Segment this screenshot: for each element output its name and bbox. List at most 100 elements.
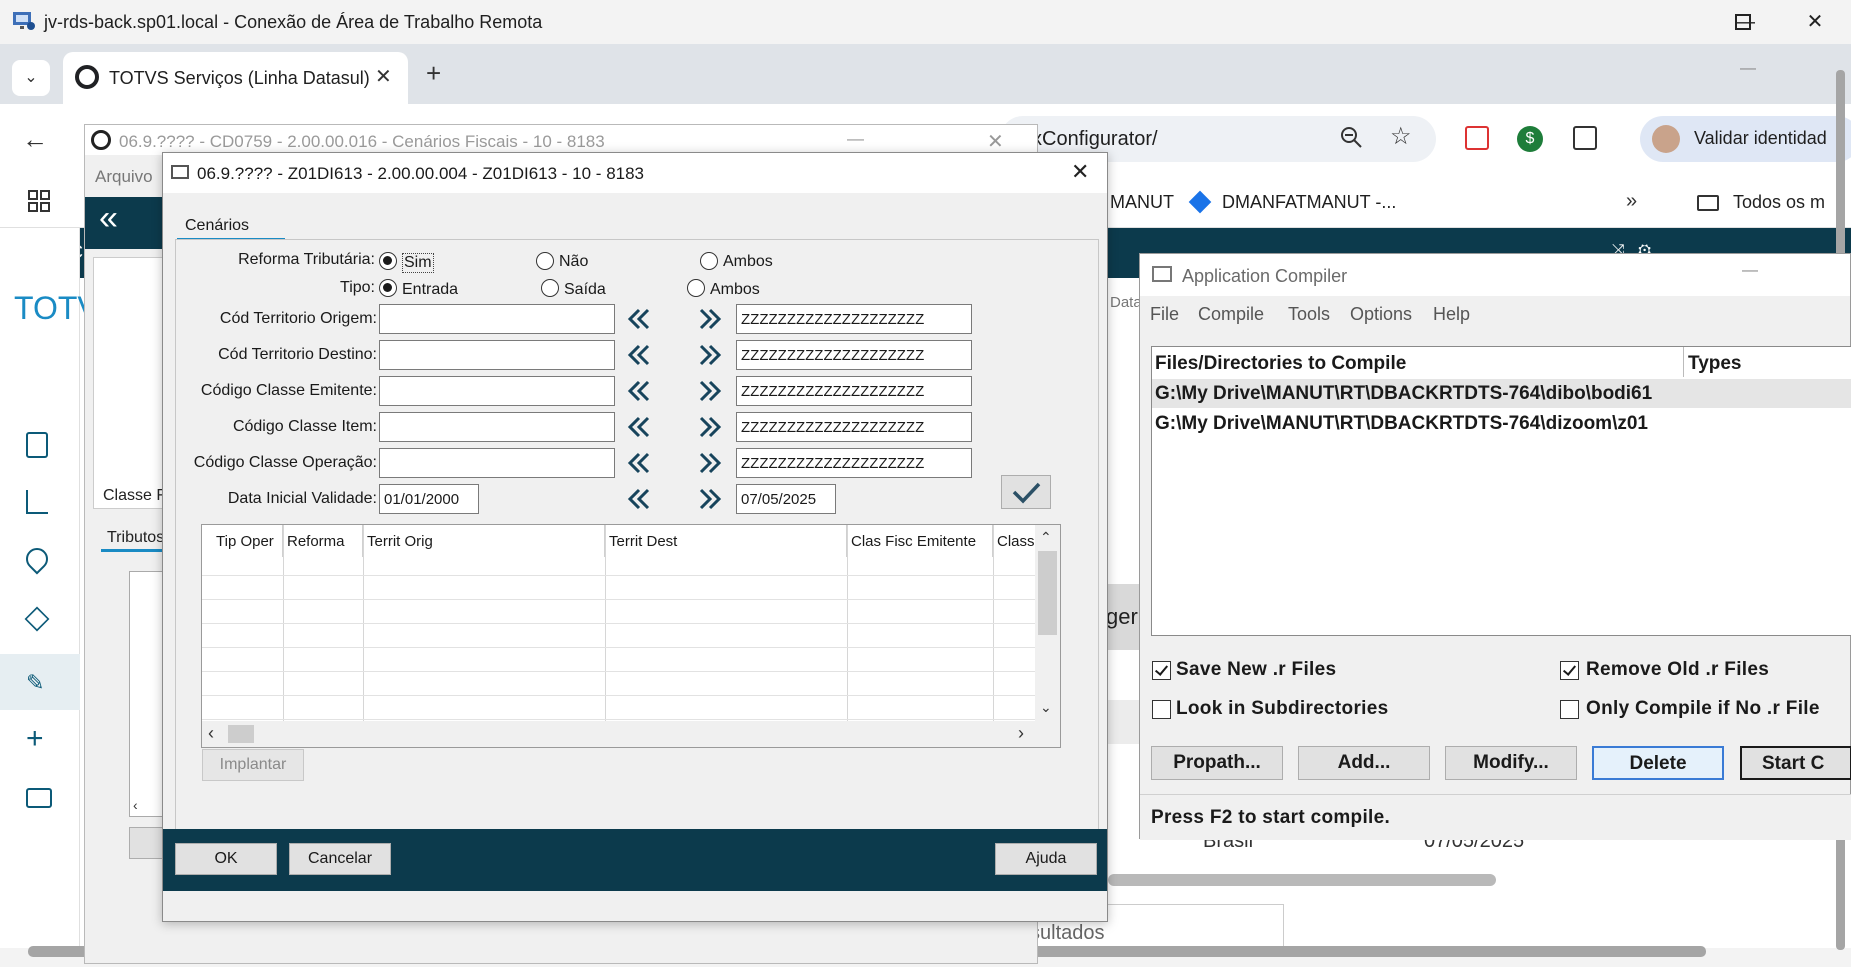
menu-file[interactable]: File [1150,304,1179,325]
grid-header-territ-orig[interactable]: Territ Orig [363,525,605,557]
double-chevron-left-icon[interactable] [623,340,653,370]
double-chevron-right-icon[interactable] [696,484,726,514]
ok-button[interactable]: OK [175,843,277,875]
double-chevron-right-icon[interactable] [696,340,726,370]
double-chevron-left-icon[interactable]: « [99,199,118,238]
reforma-sim-radio[interactable] [379,252,397,270]
only-compile-label[interactable]: Only Compile if No .r File [1586,698,1820,720]
grid-h-scroll-thumb[interactable] [228,725,254,743]
list-item[interactable]: G:\My Drive\MANUT\RT\DBACKRTDTS-764\dibo… [1155,383,1682,405]
layers-icon[interactable] [24,606,50,632]
ajuda-button[interactable]: Ajuda [995,843,1097,875]
grid-header-clas-fisc-emitente[interactable]: Clas Fisc Emitente [847,525,993,557]
close-button[interactable]: ✕ [1800,8,1830,36]
scroll-right-icon[interactable]: › [1018,723,1024,744]
extension-dollar-icon[interactable]: $ [1517,126,1543,152]
extensions-puzzle-icon[interactable] [1573,126,1597,150]
tipo-entrada-label[interactable]: Entrada [402,281,458,299]
classe-item-to[interactable]: ZZZZZZZZZZZZZZZZZZZZ [736,412,972,442]
tipo-ambos-radio[interactable] [687,279,705,297]
compiler-minimize-icon[interactable]: — [1742,262,1758,280]
implantar-button[interactable]: Implantar [202,749,304,781]
plus-icon[interactable]: + [26,722,44,756]
calculator-icon[interactable] [26,432,48,458]
tab-cenarios[interactable]: Cenários [177,211,285,241]
maximize-button[interactable] [1735,14,1751,30]
data-inicial-from[interactable]: 01/01/2000 [379,484,479,514]
reforma-ambos-label[interactable]: Ambos [723,253,773,271]
save-new-label[interactable]: Save New .r Files [1176,659,1336,681]
start-compile-button[interactable]: Start C [1740,746,1851,780]
look-subdirectories-label[interactable]: Look in Subdirectories [1176,698,1388,720]
reforma-nao-label[interactable]: Não [559,253,588,271]
double-chevron-right-icon[interactable] [696,448,726,478]
remove-old-label[interactable]: Remove Old .r Files [1586,659,1769,681]
chevron-right-icon[interactable]: » [1626,190,1637,213]
bookmark-item[interactable]: DMANFATMANUT -... [1222,192,1396,213]
territorio-destino-from[interactable] [379,340,615,370]
double-chevron-right-icon[interactable] [696,304,726,334]
double-chevron-left-icon[interactable] [623,376,653,406]
reforma-nao-radio[interactable] [536,252,554,270]
edit-icon[interactable]: ✎ [26,670,50,695]
add-button[interactable]: Add... [1298,746,1430,780]
tipo-saida-label[interactable]: Saída [564,281,606,299]
apps-grid-icon[interactable] [28,190,50,212]
classe-operacao-from[interactable] [379,448,615,478]
propath-button[interactable]: Propath... [1151,746,1283,780]
only-compile-checkbox[interactable] [1560,700,1579,719]
territorio-origem-to[interactable]: ZZZZZZZZZZZZZZZZZZZZ [736,304,972,334]
double-chevron-right-icon[interactable] [696,376,726,406]
grid-scroll-thumb[interactable] [1038,551,1057,635]
back-arrow-icon[interactable]: ← [22,124,48,155]
grid-header-reforma[interactable]: Reforma [283,525,363,557]
tab-tributos[interactable]: Tributos [107,529,164,547]
scroll-down-icon[interactable]: ⌄ [1040,699,1052,716]
list-item[interactable]: G:\My Drive\MANUT\RT\DBACKRTDTS-764\dizo… [1155,413,1682,435]
look-subdirectories-checkbox[interactable] [1152,700,1171,719]
classe-item-from[interactable] [379,412,615,442]
zoom-icon[interactable] [1340,126,1362,148]
menu-options[interactable]: Options [1350,304,1412,325]
bg-horizontal-scrollbar[interactable] [1108,874,1496,886]
tipo-saida-radio[interactable] [541,279,559,297]
save-new-checkbox[interactable] [1152,661,1171,680]
close-tab-icon[interactable]: ✕ [375,64,392,89]
browser-tab-active[interactable]: TOTVS Serviços (Linha Datasul) ✕ [63,52,408,106]
double-chevron-left-icon[interactable] [623,448,653,478]
menu-tools[interactable]: Tools [1288,304,1330,325]
data-inicial-to[interactable]: 07/05/2025 [736,484,836,514]
scroll-up-icon[interactable]: ⌃ [1040,529,1052,546]
route-icon[interactable] [26,490,48,514]
territorio-origem-from[interactable] [379,304,615,334]
remove-old-checkbox[interactable] [1560,661,1579,680]
location-icon[interactable] [21,543,53,575]
arquivo-menu[interactable]: Arquivo [95,167,153,187]
menu-help[interactable]: Help [1433,304,1470,325]
modify-button[interactable]: Modify... [1445,746,1577,780]
files-list[interactable]: Files/Directories to Compile Types G:\My… [1151,346,1851,636]
classe-operacao-to[interactable]: ZZZZZZZZZZZZZZZZZZZZ [736,448,972,478]
classe-emitente-to[interactable]: ZZZZZZZZZZZZZZZZZZZZ [736,376,972,406]
double-chevron-left-icon[interactable] [623,304,653,334]
double-chevron-left-icon[interactable] [623,484,653,514]
scroll-left-icon[interactable]: ‹ [208,723,214,744]
cd0759-scroll-left-icon[interactable]: ‹ [133,797,138,813]
bookmark-item[interactable]: MANUT [1110,192,1174,213]
classe-emitente-from[interactable] [379,376,615,406]
double-chevron-right-icon[interactable] [696,412,726,442]
delete-button[interactable]: Delete [1592,746,1724,780]
menu-compile[interactable]: Compile [1198,304,1264,325]
extension-red-icon[interactable] [1465,126,1489,150]
z01di613-close-icon[interactable]: ✕ [1071,159,1089,185]
new-tab-button[interactable]: + [426,58,441,89]
grid-horizontal-scrollbar[interactable] [202,721,1060,747]
bookmark-star-icon[interactable]: ☆ [1390,122,1412,151]
grid-header-classe[interactable]: Classe [993,525,1035,557]
tab-search-button[interactable]: ⌄ [12,60,50,96]
territorio-destino-to[interactable]: ZZZZZZZZZZZZZZZZZZZZ [736,340,972,370]
grid-header-territ-dest[interactable]: Territ Dest [605,525,847,557]
confirm-filter-button[interactable] [1001,475,1051,509]
bookmark-folder-all[interactable]: Todos os m [1733,192,1825,213]
reforma-ambos-radio[interactable] [700,252,718,270]
